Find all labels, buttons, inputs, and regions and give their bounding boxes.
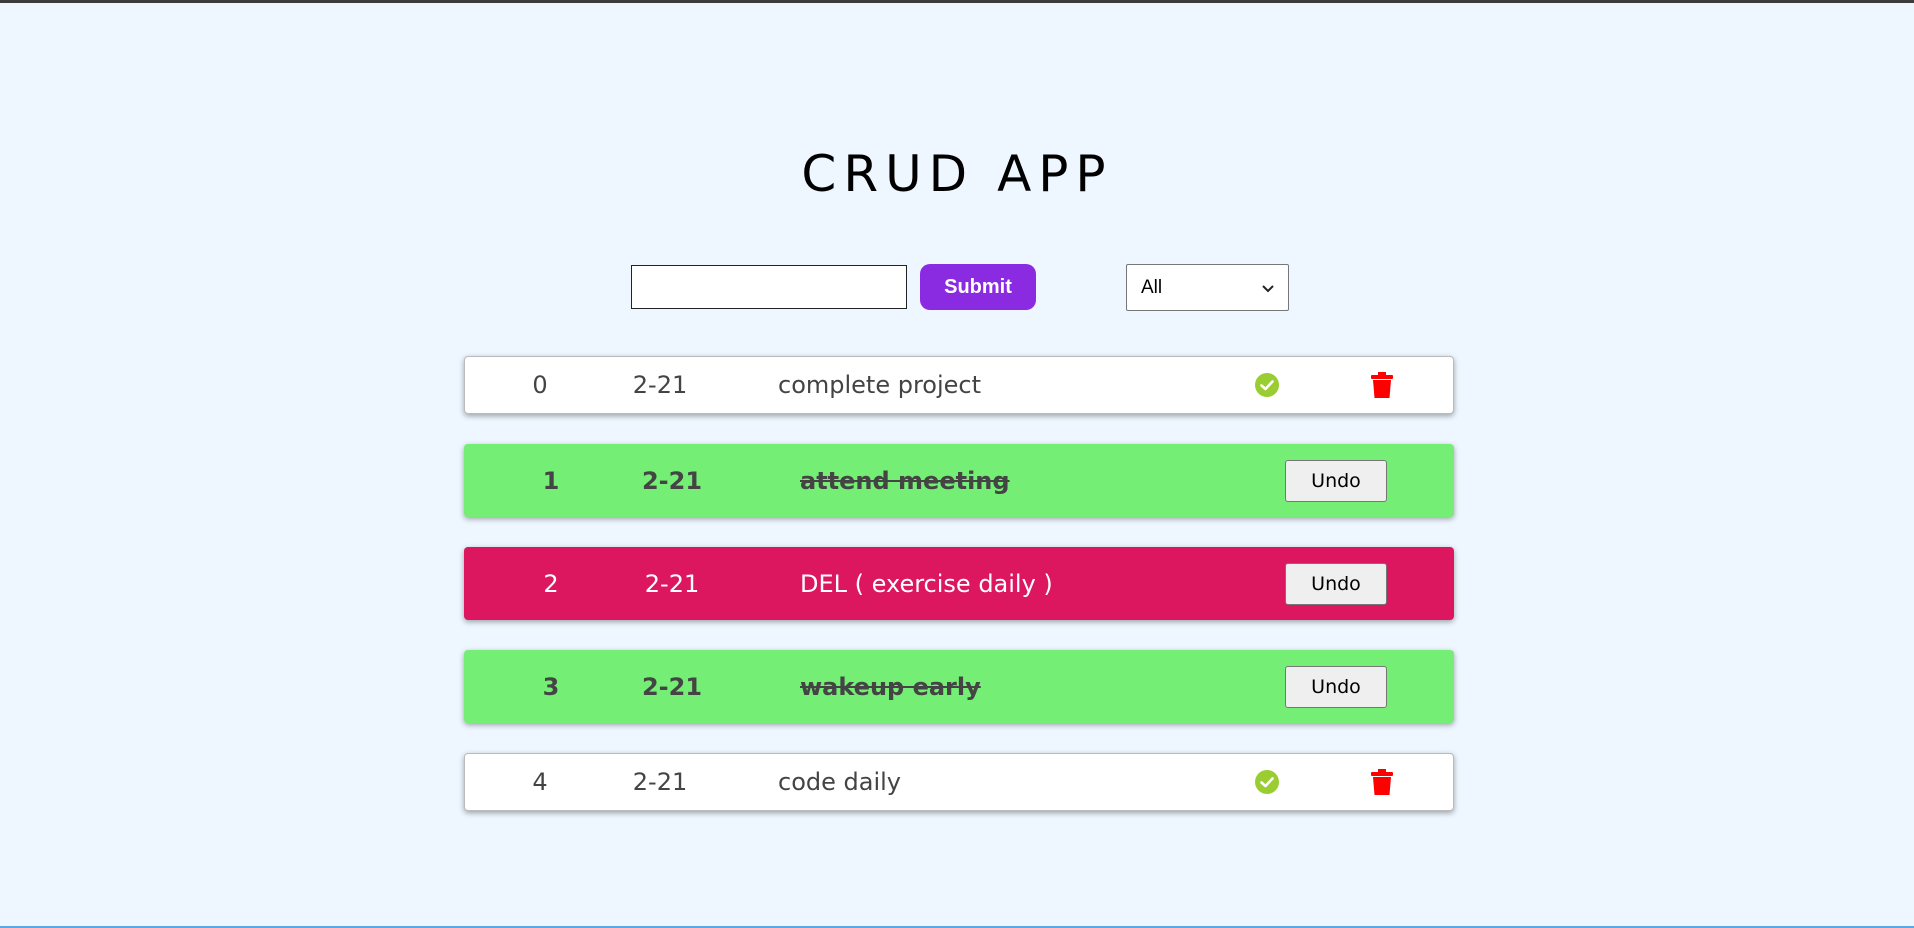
trash-icon[interactable] bbox=[1371, 769, 1393, 795]
todo-text: DEL ( exercise daily ) bbox=[800, 569, 1053, 598]
todo-text: wakeup early bbox=[800, 672, 981, 701]
chevron-down-icon bbox=[1262, 280, 1274, 296]
trash-icon[interactable] bbox=[1371, 372, 1393, 398]
todo-date: 2-21 bbox=[632, 768, 688, 796]
todo-row: 0 2-21 complete project bbox=[464, 356, 1454, 414]
todo-date: 2-21 bbox=[644, 569, 700, 598]
page-title: CRUD APP bbox=[801, 145, 1113, 203]
todo-row: 2 2-21 DEL ( exercise daily ) Undo bbox=[464, 547, 1454, 620]
filter-select[interactable]: All bbox=[1126, 264, 1289, 311]
window-top-border bbox=[0, 0, 1914, 3]
undo-button[interactable]: Undo bbox=[1285, 459, 1387, 502]
todo-text: code daily bbox=[778, 768, 901, 796]
todo-row: 4 2-21 code daily bbox=[464, 753, 1454, 811]
undo-button[interactable]: Undo bbox=[1285, 665, 1387, 708]
check-circle-icon[interactable] bbox=[1255, 770, 1279, 794]
todo-input[interactable] bbox=[631, 265, 907, 309]
todo-id: 4 bbox=[532, 768, 548, 796]
todo-date: 2-21 bbox=[641, 466, 703, 495]
todo-id: 3 bbox=[542, 672, 560, 701]
todo-date: 2-21 bbox=[632, 371, 688, 399]
submit-button[interactable]: Submit bbox=[920, 264, 1036, 310]
filter-selected-value: All bbox=[1141, 276, 1163, 298]
undo-button[interactable]: Undo bbox=[1285, 562, 1387, 605]
todo-id: 2 bbox=[543, 569, 559, 598]
todo-row: 1 2-21 attend meeting Undo bbox=[464, 444, 1454, 517]
todo-id: 1 bbox=[542, 466, 560, 495]
todo-text: complete project bbox=[778, 371, 982, 399]
todo-id: 0 bbox=[532, 371, 548, 399]
todo-row: 3 2-21 wakeup early Undo bbox=[464, 650, 1454, 723]
todo-date: 2-21 bbox=[641, 672, 703, 701]
check-circle-icon[interactable] bbox=[1255, 373, 1279, 397]
todo-text: attend meeting bbox=[800, 466, 1010, 495]
